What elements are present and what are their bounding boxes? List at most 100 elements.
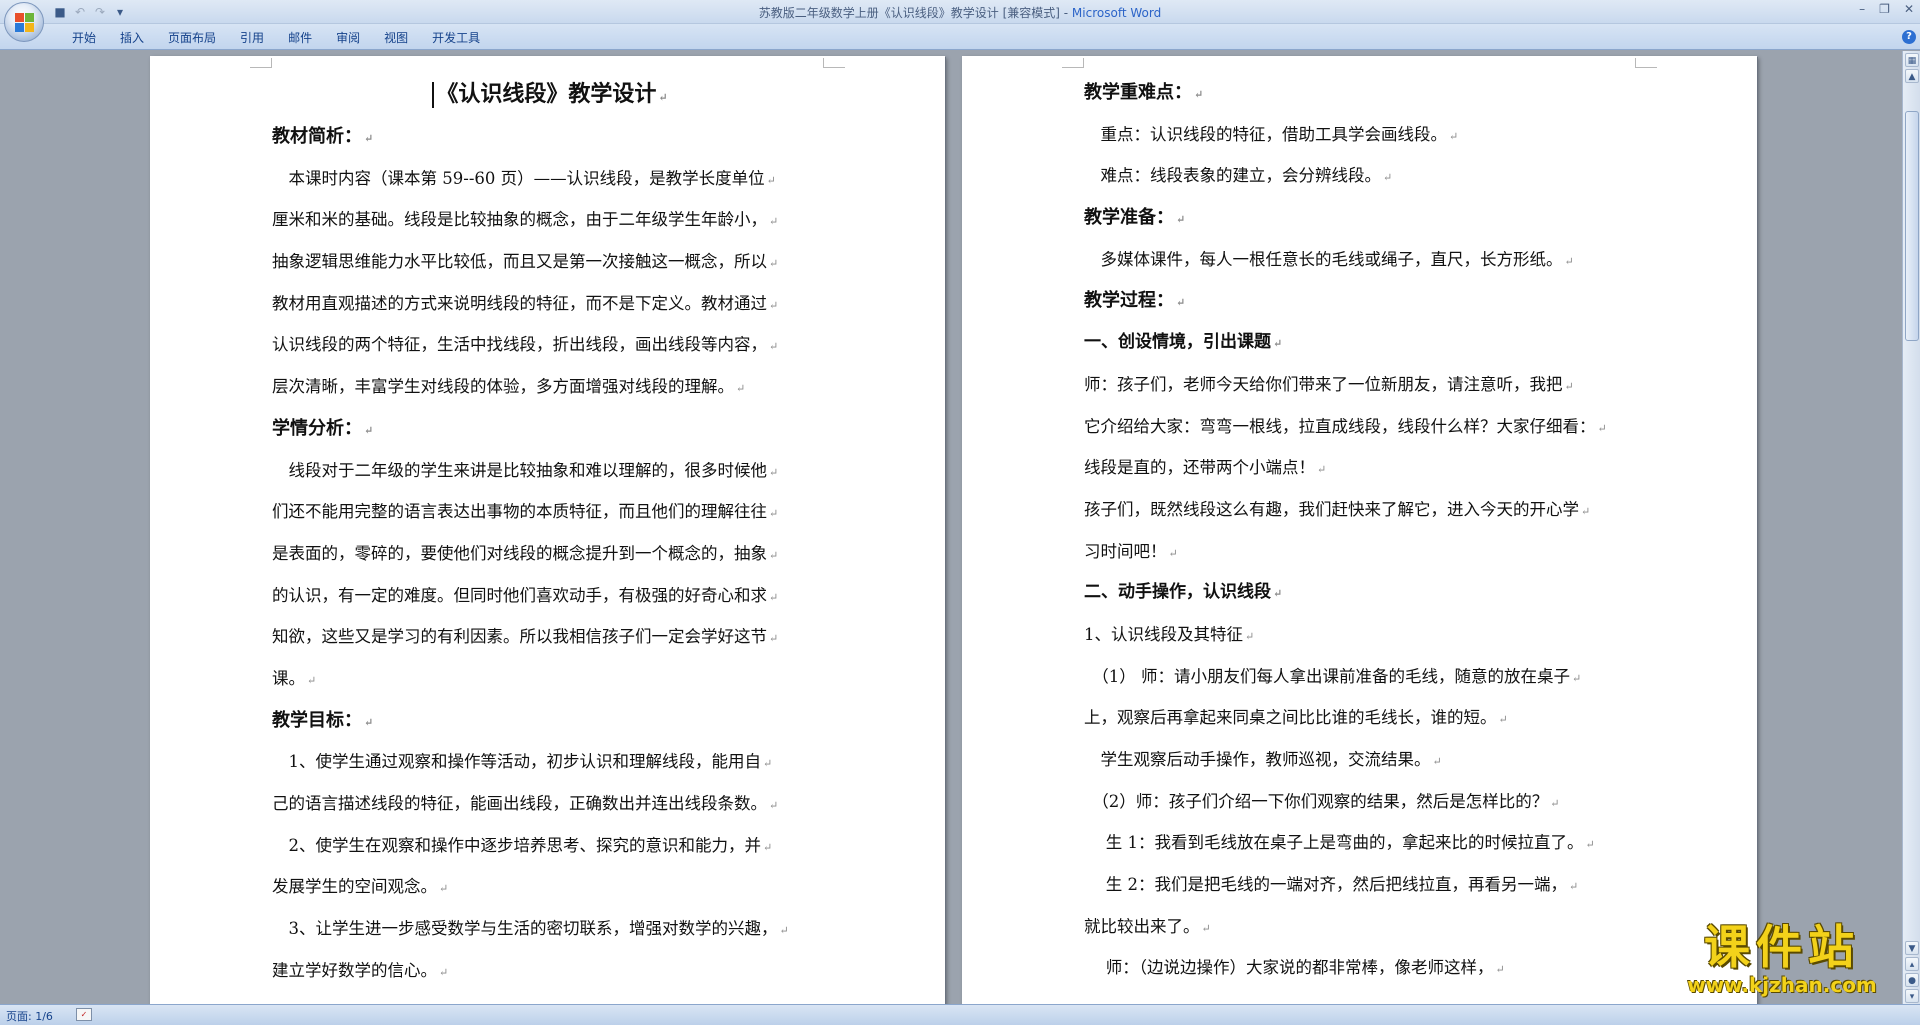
ribbon-tab[interactable]: 开发工具: [420, 29, 492, 47]
page-1-content[interactable]: 《认识线段》教学设计 ↵ 教材简析： ↵ 本课时内容（课本第 59--60 页）——认…: [272, 72, 828, 991]
document-line[interactable]: 教学目标： ↵: [272, 700, 828, 742]
document-line[interactable]: 课。 ↵: [272, 658, 828, 700]
page-count[interactable]: 页面: 1/6: [6, 1008, 53, 1024]
ruler-toggle-icon[interactable]: ▦: [1905, 53, 1919, 67]
paragraph-mark-icon: ↵: [769, 340, 779, 354]
paragraph-mark-icon: ↵: [307, 673, 317, 687]
scrollbar-thumb[interactable]: [1905, 111, 1919, 341]
help-icon[interactable]: ?: [1902, 30, 1916, 44]
document-line[interactable]: 认识线段的两个特征，生活中找线段，折出线段，画出线段等内容， ↵: [272, 324, 828, 366]
line-text: 2、使学生在观察和操作中逐步培养思考、探究的意识和能力，并: [272, 835, 762, 855]
scroll-down-icon[interactable]: ▼: [1905, 941, 1919, 955]
document-line[interactable]: 教学重难点： ↵: [1084, 72, 1644, 114]
scroll-up-icon[interactable]: ▲: [1905, 69, 1919, 83]
document-line[interactable]: 难点：线段表象的建立，会分辨线段。 ↵: [1084, 155, 1644, 197]
ribbon-tab[interactable]: 视图: [372, 29, 420, 47]
office-button[interactable]: [4, 2, 44, 42]
document-line[interactable]: 《认识线段》教学设计 ↵: [272, 72, 828, 116]
line-text: 本课时内容（课本第 59--60 页）——认识线段，是教学长度单位: [272, 168, 765, 188]
document-line[interactable]: 教材简析： ↵: [272, 116, 828, 158]
document-line[interactable]: 二、动手操作，认识线段 ↵: [1084, 572, 1644, 614]
document-line[interactable]: 层次清晰，丰富学生对线段的体验，多方面增强对线段的理解。 ↵: [272, 366, 828, 408]
document-line[interactable]: 孩子们，既然线段这么有趣，我们赶快来了解它，进入今天的开心学 ↵: [1084, 489, 1644, 531]
line-text: 是表面的，零碎的，要使他们对线段的概念提升到一个概念的，抽象: [272, 543, 767, 563]
ribbon-tab[interactable]: 审阅: [324, 29, 372, 47]
document-line[interactable]: 发展学生的空间观念。 ↵: [272, 866, 828, 908]
document-line[interactable]: 们还不能用完整的语言表达出事物的本质特征，而且他们的理解往往 ↵: [272, 491, 828, 533]
document-line[interactable]: 线段是直的，还带两个小端点！ ↵: [1084, 447, 1644, 489]
document-line[interactable]: 多媒体课件，每人一根任意长的毛线或绳子，直尺，长方形纸。 ↵: [1084, 239, 1644, 281]
page-1[interactable]: 《认识线段》教学设计 ↵ 教材简析： ↵ 本课时内容（课本第 59--60 页）——认…: [150, 56, 945, 1004]
document-workspace: 《认识线段》教学设计 ↵ 教材简析： ↵ 本课时内容（课本第 59--60 页）——认…: [0, 51, 1902, 1004]
line-text: 的认识，有一定的难度。但同时他们喜欢动手，有极强的好奇心和求: [272, 585, 767, 605]
document-line[interactable]: 建立学好数学的信心。 ↵: [272, 950, 828, 992]
proofing-icon[interactable]: ✓: [76, 1008, 92, 1021]
document-line[interactable]: 生 2：我们是把毛线的一端对齐，然后把线拉直，再看另一端， ↵: [1084, 864, 1644, 906]
ribbon-tab[interactable]: 邮件: [276, 29, 324, 47]
document-line[interactable]: 知欲，这些又是学习的有利因素。所以我相信孩子们一定会学好这节 ↵: [272, 616, 828, 658]
vertical-scrollbar[interactable]: ▦ ▲ ▼ ▴ ● ▾: [1902, 51, 1920, 1004]
paragraph-mark-icon: ↵: [1550, 796, 1560, 810]
line-text: 教学目标：: [272, 709, 362, 731]
document-line[interactable]: 1、使学生通过观察和操作等活动，初步认识和理解线段，能用自 ↵: [272, 741, 828, 783]
document-line[interactable]: 教材用直观描述的方式来说明线段的特征，而不是下定义。教材通过 ↵: [272, 283, 828, 325]
document-line[interactable]: 上，观察后再拿起来同桌之间比比谁的毛线长，谁的短。 ↵: [1084, 697, 1644, 739]
line-text: （2）师：孩子们介绍一下你们观察的结果，然后是怎样比的？: [1084, 791, 1549, 811]
document-line[interactable]: 教学准备： ↵: [1084, 197, 1644, 239]
paragraph-mark-icon: ↵: [1245, 629, 1255, 643]
document-line[interactable]: 的认识，有一定的难度。但同时他们喜欢动手，有极强的好奇心和求 ↵: [272, 575, 828, 617]
document-line[interactable]: 它介绍给大家：弯弯一根线，拉直成线段，线段什么样？大家仔细看： ↵: [1084, 406, 1644, 448]
close-icon[interactable]: ✕: [1904, 2, 1914, 16]
line-text: 建立学好数学的信心。: [272, 960, 437, 980]
paragraph-mark-icon: ↵: [1569, 880, 1579, 894]
ribbon-tab[interactable]: 开始: [60, 29, 108, 47]
document-line[interactable]: 就比较出来了。 ↵: [1084, 906, 1644, 948]
line-text: 线段对于二年级的学生来讲是比较抽象和难以理解的，很多时候他: [272, 460, 768, 480]
ribbon-tab[interactable]: 引用: [228, 29, 276, 47]
ribbon-tabs: 开始 插入 页面布局 引用 邮件 审阅 视图 开发工具: [60, 29, 492, 47]
document-line[interactable]: 一、创设情境，引出课题 ↵: [1084, 322, 1644, 364]
document-line[interactable]: 生 1：我看到毛线放在桌子上是弯曲的，拿起来比的时候拉直了。 ↵: [1084, 822, 1644, 864]
ribbon-tab[interactable]: 页面布局: [156, 29, 228, 47]
paragraph-mark-icon: ↵: [769, 215, 779, 229]
paragraph-mark-icon: ↵: [1449, 129, 1459, 143]
minimize-icon[interactable]: –: [1859, 2, 1865, 16]
page-2[interactable]: 教学重难点： ↵ 重点：认识线段的特征，借助工具学会画线段。 ↵ 难点：线段表象的建…: [962, 56, 1757, 1004]
paragraph-mark-icon: ↵: [769, 799, 779, 812]
paragraph-mark-icon: ↵: [1201, 921, 1211, 935]
document-line[interactable]: 1、认识线段及其特征 ↵: [1084, 614, 1644, 656]
paragraph-mark-icon: ↵: [439, 965, 449, 979]
line-text: 们还不能用完整的语言表达出事物的本质特征，而且他们的理解往往: [272, 502, 767, 522]
next-page-icon[interactable]: ▾: [1905, 989, 1919, 1003]
document-line[interactable]: 3、让学生进一步感受数学与生活的密切联系，增强对数学的兴趣， ↵: [272, 908, 828, 950]
document-line[interactable]: 教学过程： ↵: [1084, 280, 1644, 322]
line-text: 己的语言描述线段的特征，能画出线段，正确数出并连出线段条数。: [272, 794, 767, 813]
paragraph-mark-icon: ↵: [1176, 213, 1186, 227]
document-line[interactable]: 学情分析： ↵: [272, 408, 828, 450]
previous-page-icon[interactable]: ▴: [1905, 957, 1919, 971]
paragraph-mark-icon: ↵: [1585, 838, 1595, 852]
document-line[interactable]: 师：孩子们，老师今天给你们带来了一位新朋友，请注意听，我把 ↵: [1084, 364, 1644, 406]
document-line[interactable]: 重点：认识线段的特征，借助工具学会画线段。 ↵: [1084, 114, 1644, 156]
ribbon-tab[interactable]: 插入: [108, 29, 156, 47]
restore-icon[interactable]: ❐: [1879, 2, 1890, 16]
document-line[interactable]: 是表面的，零碎的，要使他们对线段的概念提升到一个概念的，抽象 ↵: [272, 533, 828, 575]
paragraph-mark-icon: ↵: [769, 548, 779, 562]
line-text: 难点：线段表象的建立，会分辨线段。: [1084, 166, 1382, 186]
document-line[interactable]: 习时间吧！ ↵: [1084, 531, 1644, 573]
line-text: 教学重难点：: [1084, 82, 1192, 103]
page-2-content[interactable]: 教学重难点： ↵ 重点：认识线段的特征，借助工具学会画线段。 ↵ 难点：线段表象的建…: [1084, 72, 1644, 989]
window-controls: – ❐ ✕: [1859, 2, 1914, 16]
paragraph-mark-icon: ↵: [763, 840, 773, 854]
browse-object-icon[interactable]: ●: [1905, 973, 1919, 987]
document-line[interactable]: 2、使学生在观察和操作中逐步培养思考、探究的意识和能力，并 ↵: [272, 825, 828, 867]
document-line[interactable]: 线段对于二年级的学生来讲是比较抽象和难以理解的，很多时候他 ↵: [272, 450, 828, 492]
document-line[interactable]: 本课时内容（课本第 59--60 页）——认识线段，是教学长度单位 ↵: [272, 158, 828, 200]
document-line[interactable]: 师：（边说边操作）大家说的都非常棒，像老师这样， ↵: [1084, 947, 1644, 989]
document-line[interactable]: 抽象逻辑思维能力水平比较低，而且又是第一次接触这一概念，所以 ↵: [272, 241, 828, 283]
document-line[interactable]: 己的语言描述线段的特征，能画出线段，正确数出并连出线段条数。 ↵: [272, 783, 828, 825]
document-line[interactable]: （1） 师：请小朋友们每人拿出课前准备的毛线，随意的放在桌子 ↵: [1084, 656, 1644, 698]
document-line[interactable]: 学生观察后动手操作，教师巡视，交流结果。 ↵: [1084, 739, 1644, 781]
document-line[interactable]: 厘米和米的基础。线段是比较抽象的概念，由于二年级学生年龄小， ↵: [272, 199, 828, 241]
document-line[interactable]: （2）师：孩子们介绍一下你们观察的结果，然后是怎样比的？ ↵: [1084, 781, 1644, 823]
